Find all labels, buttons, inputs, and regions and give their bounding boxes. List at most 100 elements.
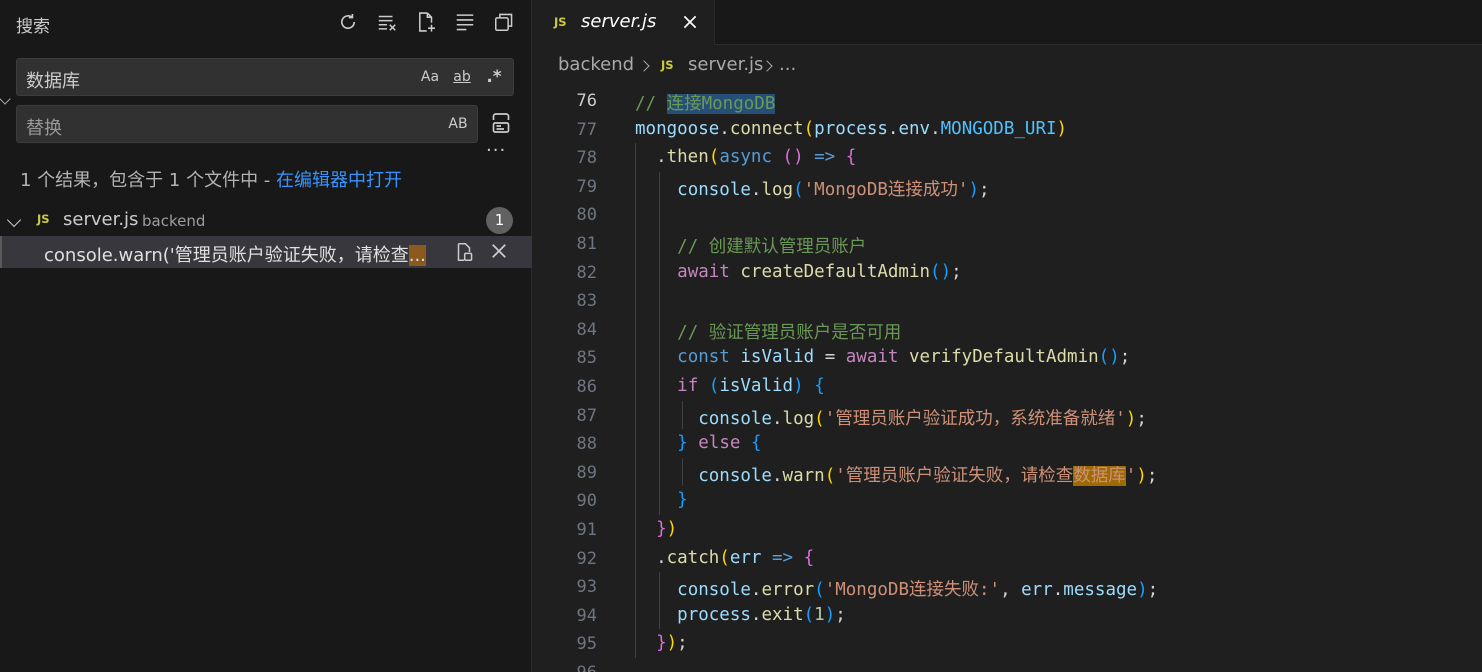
code-token: ) — [793, 376, 804, 396]
code-token: log — [782, 408, 815, 429]
clear-results-icon[interactable] — [374, 9, 399, 34]
code-token: ) — [1056, 118, 1068, 139]
code-token: ( — [803, 604, 815, 625]
line-number: 76 — [576, 91, 597, 111]
breadcrumb-symbol[interactable]: ... — [779, 54, 796, 75]
close-icon[interactable] — [681, 13, 699, 31]
code-line[interactable]: 95 }); — [533, 629, 1482, 658]
code-token: . — [887, 118, 899, 139]
code-line[interactable]: 85 const isValid = await verifyDefaultAd… — [533, 343, 1482, 372]
code-token: 连接MongoDB — [666, 94, 776, 114]
refresh-icon[interactable] — [335, 9, 360, 34]
code-token: ( — [824, 465, 836, 486]
code-token: { — [793, 547, 815, 568]
code-token: ( — [708, 376, 720, 396]
open-in-editor-link[interactable]: 在编辑器中打开 — [276, 170, 402, 191]
code-line[interactable]: 90 } — [533, 486, 1482, 515]
code-token: ; — [979, 179, 990, 200]
code-token: isValid — [719, 376, 794, 396]
code-token: // 创建默认管理员账户 — [677, 237, 867, 257]
code-token: 1 — [814, 604, 825, 625]
chevron-down-icon[interactable] — [6, 212, 22, 228]
match-whole-word-toggle[interactable]: ab — [449, 66, 475, 88]
javascript-file-icon: JS — [554, 15, 567, 29]
new-search-editor-icon[interactable] — [413, 9, 438, 34]
code-line[interactable]: 94 process.exit(1); — [533, 600, 1482, 630]
code-line[interactable]: 81 // 创建默认管理员账户 — [533, 229, 1482, 258]
line-number: 80 — [576, 205, 597, 226]
code-token: ; — [677, 633, 688, 654]
code-line[interactable]: 96 — [533, 658, 1482, 672]
result-file-row[interactable]: JS server.js backend 1 — [0, 205, 532, 235]
preserve-case-toggle[interactable]: AB — [445, 113, 471, 135]
code-token: , — [1000, 580, 1022, 601]
code-token: // — [635, 94, 667, 114]
code-line[interactable]: 91 }) — [533, 515, 1482, 544]
code-line[interactable]: 87 console.log('管理员账户验证成功，系统准备就绪'); — [533, 400, 1482, 430]
dismiss-match-icon[interactable] — [489, 241, 509, 261]
search-input[interactable]: 数据库 — [26, 67, 80, 93]
code-token: ; — [951, 261, 962, 282]
code-text: if (isValid) { — [635, 376, 825, 396]
code-text: }) — [635, 519, 677, 539]
toggle-search-details-icon[interactable]: ··· — [486, 140, 506, 161]
breadcrumb-file[interactable]: server.js — [688, 54, 763, 75]
view-as-tree-icon[interactable] — [491, 9, 516, 34]
code-line[interactable]: 77 mongoose.connect(process.env.MONGODB_U… — [533, 115, 1482, 144]
code-line[interactable]: 76 // 连接MongoDB — [533, 86, 1482, 115]
code-line[interactable]: 93 console.error('MongoDB连接失败:', err.mes… — [533, 572, 1482, 601]
code-text: await createDefaultAdmin(); — [635, 262, 962, 282]
toggle-replace-chevron-icon[interactable] — [0, 93, 11, 105]
line-number: 96 — [533, 663, 597, 672]
code-line[interactable]: 84 // 验证管理员账户是否可用 — [533, 314, 1482, 344]
code-line[interactable]: 83 — [533, 286, 1482, 315]
code-token: process — [677, 604, 751, 625]
code-line[interactable]: 92 .catch(err => { — [533, 543, 1482, 573]
code-text: mongoose.connect(process.env.MONGODB_URI… — [635, 119, 1067, 139]
result-match-row[interactable]: console.warn('管理员账户验证失败，请检查... — [0, 236, 532, 268]
replace-all-icon[interactable] — [489, 111, 513, 135]
code-token: . — [930, 118, 941, 139]
search-actions — [335, 9, 516, 34]
code-text: } — [635, 490, 688, 510]
code-text: const isValid = await verifyDefaultAdmin… — [635, 347, 1130, 367]
code-token: ( — [814, 580, 825, 601]
code-token: process — [814, 118, 888, 139]
line-number: 95 — [576, 634, 597, 655]
code-line[interactable]: 79 console.log('MongoDB连接成功'); — [533, 171, 1482, 201]
code-line[interactable]: 78 .then(async () => { — [533, 143, 1482, 172]
line-number: 79 — [576, 176, 597, 197]
code-token: ( — [814, 408, 825, 429]
match-case-toggle[interactable]: Aa — [417, 66, 443, 88]
code-line[interactable]: 82 await createDefaultAdmin(); — [533, 257, 1482, 287]
code-token: MONGODB_URI — [940, 118, 1057, 139]
use-regex-toggle[interactable]: .* — [481, 66, 507, 88]
replace-input[interactable]: 替换 — [26, 114, 62, 140]
breadcrumb-folder[interactable]: backend — [558, 54, 634, 75]
code-editor[interactable]: 76 // 连接MongoDB 77 mongoose.connect(process… — [533, 84, 1482, 672]
code-token: . — [635, 547, 667, 568]
search-field[interactable]: 数据库 Aa ab .* — [16, 58, 514, 96]
code-token: 'MongoDB连接成功' — [803, 179, 969, 200]
tab-server-js[interactable]: JS server.js — [533, 0, 715, 45]
line-number: 94 — [576, 605, 597, 626]
indent-guide — [659, 286, 660, 315]
replace-match-icon[interactable] — [453, 241, 475, 263]
code-text: // 创建默认管理员账户 — [635, 233, 866, 258]
code-text: .catch(err => { — [635, 548, 814, 568]
code-token: verifyDefaultAdmin — [909, 347, 1099, 368]
code-line[interactable]: 86 if (isValid) { — [533, 372, 1482, 401]
code-token: . — [635, 147, 667, 168]
code-token: '管理员账户验证成功，系统准备就绪' — [824, 408, 1126, 429]
collapse-all-icon[interactable] — [452, 9, 477, 34]
code-line[interactable]: 80 — [533, 200, 1482, 229]
code-line[interactable]: 89 console.warn('管理员账户验证失败，请检查数据库'); — [533, 457, 1482, 487]
replace-field[interactable]: 替换 AB — [16, 105, 478, 143]
results-summary-text: 1 个结果，包含于 1 个文件中 - — [20, 170, 277, 191]
result-file-dir: backend — [142, 212, 206, 230]
code-line[interactable]: 88 } else { — [533, 429, 1482, 458]
